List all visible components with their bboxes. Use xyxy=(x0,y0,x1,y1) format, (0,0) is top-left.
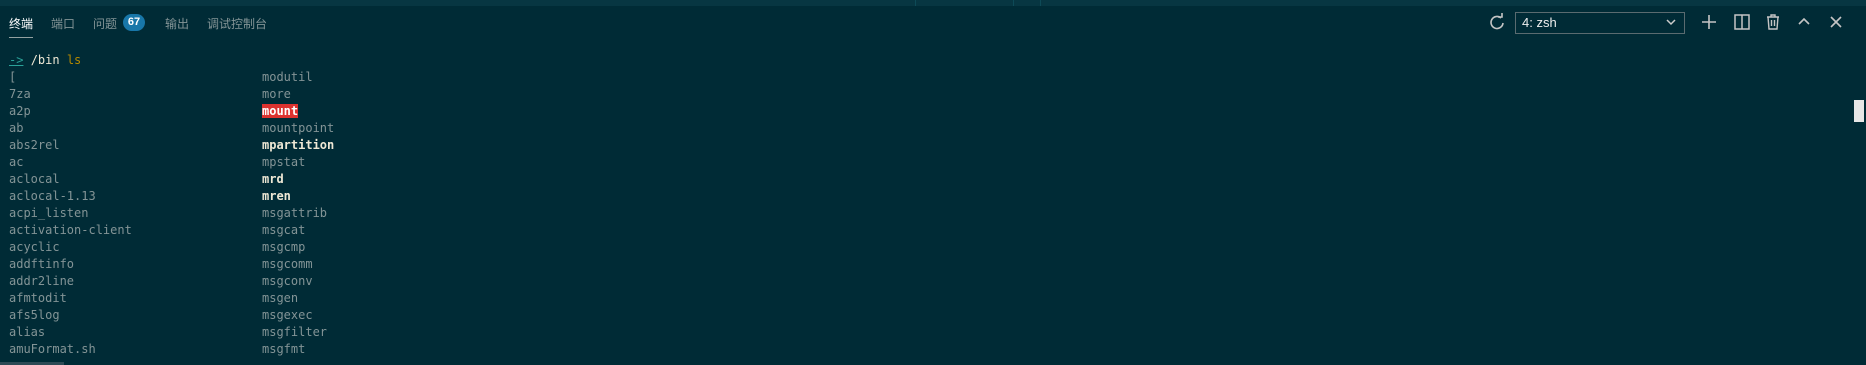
table-row: alias xyxy=(9,324,45,341)
table-row: msgen xyxy=(262,290,298,307)
table-row: acpi_listen xyxy=(9,205,88,222)
table-row: msgfilter xyxy=(262,324,327,341)
list-item: mpartition xyxy=(262,138,335,152)
list-item: afmtodit xyxy=(9,291,67,305)
list-item: aclocal xyxy=(9,172,60,186)
table-row: afmtodit xyxy=(9,290,67,307)
list-item: alias xyxy=(9,325,46,339)
table-row: addr2line xyxy=(9,273,74,290)
editor-edge xyxy=(0,0,1866,6)
table-row: mren xyxy=(262,188,291,205)
table-row: amuFormat.sh xyxy=(9,341,96,358)
trash-icon[interactable] xyxy=(1763,12,1783,32)
list-item: msgcat xyxy=(262,223,306,237)
tab-debug-console[interactable]: 调试控制台 xyxy=(207,15,267,32)
tab-terminal[interactable]: 终端 xyxy=(9,15,34,38)
list-item: msgfilter xyxy=(262,325,328,339)
chevron-down-icon xyxy=(1664,15,1678,35)
prompt-arrow: -> xyxy=(9,53,24,67)
scrollbar-thumb[interactable] xyxy=(1854,100,1864,122)
tab-output[interactable]: 输出 xyxy=(165,15,189,32)
table-row: msgcmp xyxy=(262,239,305,256)
list-item: mpstat xyxy=(262,155,306,169)
list-item: acyclic xyxy=(9,240,60,254)
table-row: aclocal xyxy=(9,171,60,188)
close-icon[interactable] xyxy=(1826,12,1846,32)
prompt-command: ls xyxy=(66,53,82,67)
list-item: mren xyxy=(262,189,291,203)
list-item: amuFormat.sh xyxy=(9,342,96,356)
list-item: msgattrib xyxy=(262,206,328,220)
list-item: addftinfo xyxy=(9,257,75,271)
list-item: activation-client xyxy=(9,223,132,237)
table-row: mount xyxy=(262,103,299,120)
terminal-select-value: 4: zsh xyxy=(1522,15,1557,30)
table-row: a2p xyxy=(9,103,31,120)
tab-problems[interactable]: 问题 xyxy=(93,15,117,32)
table-row: mrd xyxy=(262,171,284,188)
terminal-instance-select[interactable]: 4: zsh xyxy=(1515,12,1685,34)
list-item: msgcmp xyxy=(262,240,306,254)
list-item: [ xyxy=(9,70,17,84)
table-row: msgcat xyxy=(262,222,305,239)
list-item: addr2line xyxy=(9,274,75,288)
prompt-line: -> /bin ls xyxy=(9,52,81,69)
list-item: ac xyxy=(9,155,24,169)
table-row: mpstat xyxy=(262,154,305,171)
list-item: aclocal-1.13 xyxy=(9,189,96,203)
list-item: mrd xyxy=(262,172,284,186)
table-row: aclocal-1.13 xyxy=(9,188,96,205)
tab-ports[interactable]: 端口 xyxy=(51,15,75,32)
list-item: a2p xyxy=(9,104,31,118)
list-item: abs2rel xyxy=(9,138,60,152)
prompt-directory: /bin xyxy=(30,53,60,67)
list-item: 7za xyxy=(9,87,31,101)
list-item: msgconv xyxy=(262,274,313,288)
list-item: mount xyxy=(262,104,299,118)
table-row: msgcomm xyxy=(262,256,313,273)
list-item: msgfmt xyxy=(262,342,306,356)
table-row: msgattrib xyxy=(262,205,327,222)
chevron-up-icon[interactable] xyxy=(1794,12,1814,32)
terminal-panel: 终端 端口 问题 67 输出 调试控制台 4: zsh -> /bin ls [… xyxy=(0,0,1866,365)
split-icon[interactable] xyxy=(1732,12,1752,32)
terminal-scrollbar[interactable] xyxy=(1852,48,1866,365)
list-item: mountpoint xyxy=(262,121,335,135)
table-row: mpartition xyxy=(262,137,334,154)
table-row: abs2rel xyxy=(9,137,60,154)
list-item: msgen xyxy=(262,291,299,305)
table-row: msgfmt xyxy=(262,341,305,358)
table-row: acyclic xyxy=(9,239,60,256)
plus-icon[interactable] xyxy=(1699,12,1719,32)
list-item: msgexec xyxy=(262,308,313,322)
table-row: msgexec xyxy=(262,307,313,324)
list-item: modutil xyxy=(262,70,313,84)
table-row: [ xyxy=(9,69,16,86)
table-row: ab xyxy=(9,120,23,137)
list-item: ab xyxy=(9,121,24,135)
list-item: msgcomm xyxy=(262,257,313,271)
table-row: mountpoint xyxy=(262,120,334,137)
table-row: msgconv xyxy=(262,273,313,290)
list-item: more xyxy=(262,87,291,101)
table-row: afs5log xyxy=(9,307,60,324)
table-row: more xyxy=(262,86,291,103)
list-item: afs5log xyxy=(9,308,60,322)
refresh-icon[interactable] xyxy=(1487,12,1507,32)
problems-count-badge: 67 xyxy=(123,14,145,31)
table-row: modutil xyxy=(262,69,313,86)
table-row: 7za xyxy=(9,86,31,103)
table-row: addftinfo xyxy=(9,256,74,273)
list-item: acpi_listen xyxy=(9,206,89,220)
table-row: ac xyxy=(9,154,23,171)
table-row: activation-client xyxy=(9,222,132,239)
